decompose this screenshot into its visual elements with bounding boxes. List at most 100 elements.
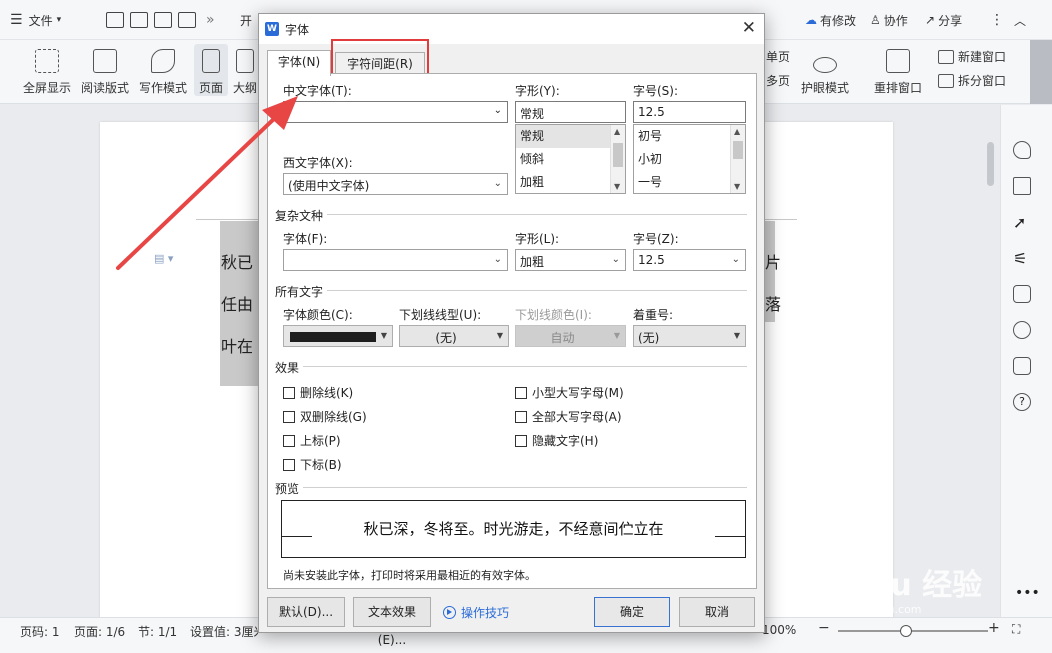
subscript-checkbox[interactable]: 下标(B) — [283, 456, 342, 473]
collapse-ribbon-icon[interactable]: ︿ — [1014, 10, 1026, 30]
more-icon[interactable]: ••• — [1015, 585, 1040, 601]
text-effects-button[interactable]: 文本效果(E)... — [353, 597, 431, 647]
list-scrollbar[interactable]: ▲ ▼ — [610, 125, 625, 193]
hidden-text-checkbox[interactable]: 隐藏文字(H) — [515, 432, 598, 449]
ribbon-scroll-handle[interactable] — [1030, 40, 1052, 104]
book-icon — [93, 49, 117, 73]
fit-window-icon[interactable]: ⛶ — [1012, 622, 1020, 637]
pen-icon[interactable] — [1013, 177, 1031, 195]
checkbox-box[interactable] — [283, 434, 295, 447]
underline-style-combo[interactable]: (无) ▼ — [399, 325, 509, 347]
zoom-out-button[interactable]: − — [818, 620, 830, 636]
scroll-thumb[interactable] — [733, 141, 743, 159]
cursor-icon[interactable]: ➚ — [1013, 213, 1031, 232]
checkbox-box[interactable] — [283, 410, 295, 423]
doc-line-2[interactable]: 任由 — [221, 291, 253, 315]
scroll-down-icon[interactable]: ▼ — [614, 182, 620, 191]
list-item[interactable]: 倾斜 — [516, 148, 625, 171]
font-style-input[interactable]: 常规 — [515, 101, 626, 123]
scroll-thumb[interactable] — [613, 143, 623, 167]
zoom-slider-handle[interactable] — [900, 625, 912, 637]
writing-mode-button[interactable]: 写作模式 — [134, 44, 192, 96]
lightning-icon[interactable] — [1013, 321, 1031, 339]
sliders-icon[interactable]: ⚟ — [1013, 249, 1031, 268]
rocket-icon[interactable] — [1013, 141, 1031, 159]
save-button[interactable] — [106, 10, 128, 30]
modified-indicator[interactable]: ☁ 有修改 — [805, 10, 856, 30]
doc-line-3[interactable]: 叶在 — [221, 333, 253, 357]
share-button[interactable]: ↗ 分享 — [925, 10, 962, 30]
tab-font[interactable]: 字体(N) — [267, 50, 331, 76]
scroll-up-icon[interactable]: ▲ — [734, 127, 740, 136]
chinese-font-combo[interactable]: ⌄ — [283, 101, 508, 123]
ok-button[interactable]: 确定 — [594, 597, 670, 627]
file-menu-label: 文件 — [28, 13, 53, 28]
print-button[interactable] — [154, 10, 176, 30]
font-preview-box: 秋已深，冬将至。时光游走，不经意间伫立在 — [281, 500, 746, 558]
checkbox-box[interactable] — [283, 386, 295, 399]
eye-protection-button[interactable]: 护眼模式 — [796, 44, 854, 96]
font-style-list[interactable]: 常规 倾斜 加粗 ▲ ▼ — [515, 124, 626, 194]
emphasis-mark-combo[interactable]: (无) ▼ — [633, 325, 746, 347]
outline-button[interactable]: 大纲 — [230, 44, 260, 96]
split-window-button[interactable]: 拆分窗口 — [938, 72, 1006, 89]
list-item[interactable]: 加粗 — [516, 171, 625, 194]
more-menu-icon[interactable]: ⋮ — [990, 10, 1004, 30]
cancel-button[interactable]: 取消 — [679, 597, 755, 627]
doc-line-2-tail[interactable]: 落 — [765, 291, 781, 315]
complex-font-combo[interactable]: ⌄ — [283, 249, 508, 271]
checkbox-box[interactable] — [283, 458, 295, 471]
double-strikethrough-checkbox[interactable]: 双删除线(G) — [283, 408, 367, 425]
status-page-number: 页码: 1 — [20, 625, 60, 639]
font-color-picker[interactable]: ▼ — [283, 325, 393, 347]
collaborate-button[interactable]: ♙ 协作 — [870, 10, 908, 30]
image-settings-icon[interactable] — [1013, 285, 1031, 303]
close-icon[interactable]: ✕ — [742, 18, 756, 38]
more-tools-icon[interactable]: » — [206, 10, 215, 30]
small-caps-checkbox[interactable]: 小型大写字母(M) — [515, 384, 624, 401]
fullscreen-button[interactable]: 全屏显示 — [18, 44, 76, 96]
checkbox-box[interactable] — [515, 434, 527, 447]
font-size-input[interactable]: 12.5 — [633, 101, 746, 123]
default-button[interactable]: 默认(D)... — [267, 597, 345, 627]
complex-size-combo[interactable]: 12.5 ⌄ — [633, 249, 746, 271]
font-size-list[interactable]: 初号 小初 一号 ▲ ▼ — [633, 124, 746, 194]
strikethrough-checkbox[interactable]: 删除线(K) — [283, 384, 353, 401]
list-item[interactable]: 小初 — [634, 148, 745, 171]
reading-mode-button[interactable]: 阅读版式 — [76, 44, 134, 96]
zoom-level[interactable]: 100% — [762, 623, 796, 637]
superscript-checkbox[interactable]: 上标(P) — [283, 432, 341, 449]
scroll-thumb[interactable] — [987, 142, 994, 186]
doc-line-1[interactable]: 秋已 — [221, 249, 253, 273]
single-page-button[interactable]: 单页 — [766, 48, 790, 65]
vertical-scrollbar[interactable] — [984, 118, 996, 608]
scroll-up-icon[interactable]: ▲ — [614, 127, 620, 136]
chevron-down-icon[interactable]: ⌄ — [494, 105, 502, 116]
zoom-slider[interactable] — [838, 625, 988, 637]
book-search-icon[interactable] — [1013, 357, 1031, 375]
doc-line-1-tail[interactable]: 片 — [765, 249, 781, 273]
preview-button[interactable] — [178, 10, 200, 30]
complex-style-combo[interactable]: 加粗 ⌄ — [515, 249, 626, 271]
western-font-combo[interactable]: (使用中文字体) ⌄ — [283, 173, 508, 195]
list-item[interactable]: 常规 — [516, 125, 625, 148]
list-scrollbar[interactable]: ▲ ▼ — [730, 125, 745, 193]
all-caps-checkbox[interactable]: 全部大写字母(A) — [515, 408, 622, 425]
paragraph-handle-icon[interactable]: ▤ ▾ — [154, 252, 173, 265]
start-tab[interactable]: 开 — [240, 10, 252, 30]
list-item[interactable]: 一号 — [634, 171, 745, 194]
checkbox-box[interactable] — [515, 386, 527, 399]
page-view-button[interactable]: 页面 — [194, 44, 228, 96]
tips-link[interactable]: 操作技巧 — [443, 604, 509, 621]
zoom-in-button[interactable]: + — [988, 620, 1000, 636]
multi-page-button[interactable]: 多页 — [766, 72, 790, 89]
checkbox-box[interactable] — [515, 410, 527, 423]
file-menu[interactable]: ☰ 文件 ▾ — [10, 10, 61, 30]
help-icon[interactable]: ? — [1013, 393, 1031, 411]
list-item[interactable]: 初号 — [634, 125, 745, 148]
scroll-down-icon[interactable]: ▼ — [734, 182, 740, 191]
export-button[interactable] — [130, 10, 152, 30]
triangle-down-icon: ▼ — [733, 331, 740, 340]
rearrange-window-button[interactable]: 重排窗口 — [866, 44, 930, 96]
new-window-button[interactable]: 新建窗口 — [938, 48, 1006, 65]
